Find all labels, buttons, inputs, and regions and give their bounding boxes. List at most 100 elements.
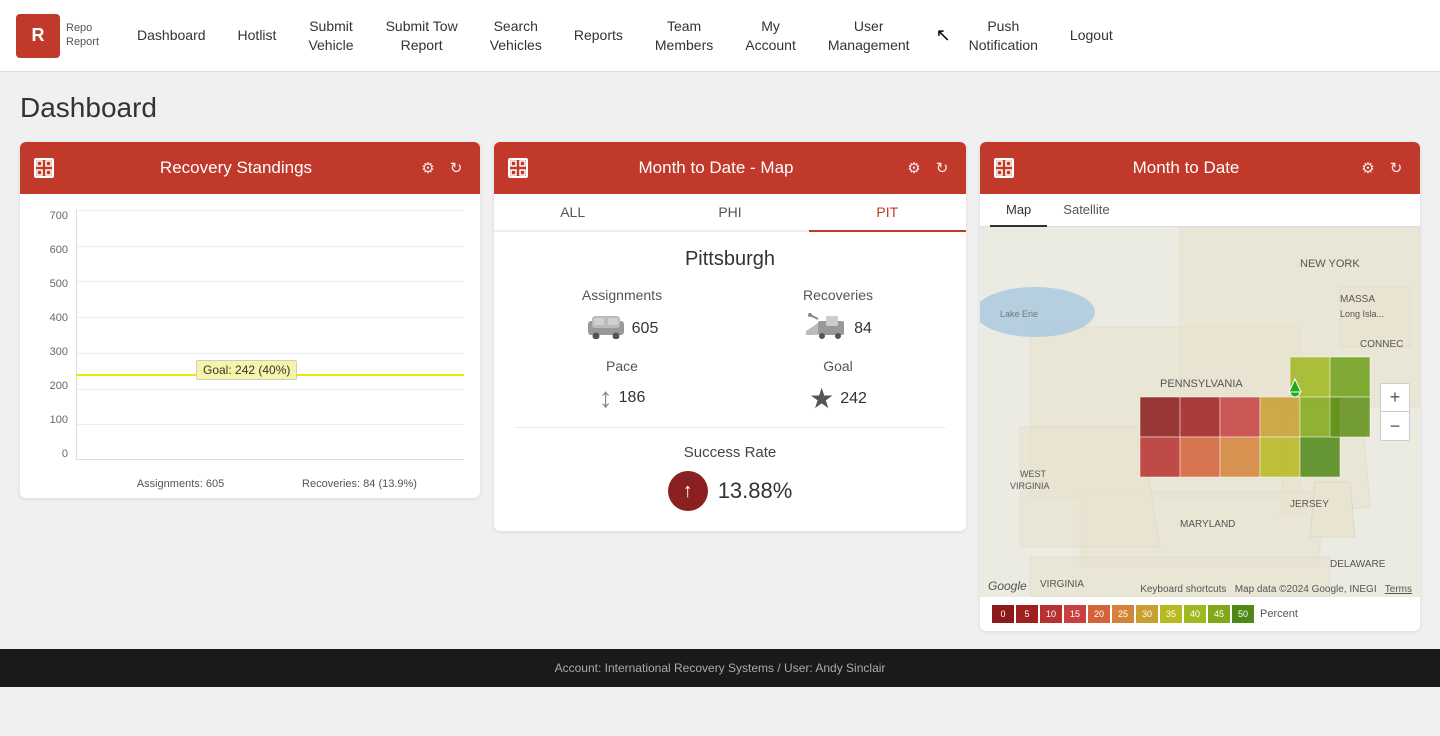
navigation: R RepoReport Dashboard Hotlist SubmitVeh…	[0, 0, 1440, 72]
legend-20: 20	[1088, 605, 1110, 623]
svg-text:PENNSYLVANIA: PENNSYLVANIA	[1160, 378, 1243, 390]
bar-label-recoveries: Recoveries: 84 (13.9%)	[285, 478, 434, 490]
svg-text:Lake Erie: Lake Erie	[1000, 309, 1038, 319]
goal-icon-val: ★ 242	[788, 382, 888, 415]
nav-search-vehicles[interactable]: SearchVehicles	[476, 9, 556, 61]
recovery-chart: 700 600 500 400 300 200 100 0	[36, 210, 464, 490]
logo[interactable]: R RepoReport	[16, 14, 99, 58]
nav-user-management[interactable]: UserManagement	[814, 9, 924, 61]
assignments-icon-val: 605	[572, 311, 672, 346]
y-label-0: 0	[62, 448, 72, 460]
legend-40: 40	[1184, 605, 1206, 623]
y-label-600: 600	[50, 244, 72, 256]
nav-hotlist[interactable]: Hotlist	[224, 18, 291, 52]
tab-pit[interactable]: PIT	[809, 194, 966, 232]
page-title: Dashboard	[20, 92, 1420, 124]
settings-icon-recovery[interactable]: ⚙	[418, 158, 438, 178]
widget-recovery-actions: ⚙ ↻	[418, 158, 466, 178]
svg-text:CONNEC: CONNEC	[1360, 339, 1403, 350]
recoveries-icon-val: 84	[788, 311, 888, 346]
bar-label-assignments: Assignments: 605	[106, 478, 255, 490]
success-rate-pct: 13.88%	[718, 478, 793, 504]
goal-tooltip: Goal: 242 (40%)	[196, 360, 297, 380]
widget-map-chart-actions: ⚙ ↻	[904, 158, 952, 178]
keyboard-shortcuts[interactable]: Keyboard shortcuts	[1140, 584, 1226, 595]
chart-y-labels: 700 600 500 400 300 200 100 0	[36, 210, 72, 460]
svg-text:MARYLAND: MARYLAND	[1180, 519, 1235, 530]
nav-submit-vehicle[interactable]: SubmitVehicle	[294, 9, 367, 61]
map-legend: 0 5 10 15 20 25 30 35 40 45 50 Percent	[980, 597, 1420, 631]
success-rate-label: Success Rate	[514, 444, 946, 461]
tab-satellite[interactable]: Satellite	[1047, 194, 1125, 227]
svg-text:VIRGINIA: VIRGINIA	[1010, 481, 1050, 491]
legend-25: 25	[1112, 605, 1134, 623]
zoom-out-button[interactable]: −	[1381, 412, 1409, 440]
widget-recovery-header: Recovery Standings ⚙ ↻	[20, 142, 480, 194]
refresh-icon-recovery[interactable]: ↻	[446, 158, 466, 178]
svg-text:Long Isla...: Long Isla...	[1340, 309, 1384, 319]
pit-city: Pittsburgh	[514, 248, 946, 271]
y-label-500: 500	[50, 278, 72, 290]
y-label-400: 400	[50, 312, 72, 324]
bar-labels: Assignments: 605 Recoveries: 84 (13.9%)	[76, 478, 464, 490]
legend-0: 0	[992, 605, 1014, 623]
widget-month-title: Month to Date	[1014, 158, 1358, 178]
up-arrow-circle: ↑	[668, 471, 708, 511]
settings-icon-map-chart[interactable]: ⚙	[904, 158, 924, 178]
legend-5: 5	[1016, 605, 1038, 623]
y-label-200: 200	[50, 380, 72, 392]
svg-text:VIRGINIA: VIRGINIA	[1040, 579, 1084, 590]
pit-goal: Goal ★ 242	[788, 358, 888, 415]
widget-recovery-standings: Recovery Standings ⚙ ↻ 700 600 500 400 3…	[20, 142, 480, 498]
assignments-value: 605	[632, 320, 659, 338]
widget-map-chart-title: Month to Date - Map	[528, 158, 904, 178]
y-label-300: 300	[50, 346, 72, 358]
assignments-label: Assignments	[572, 287, 672, 303]
success-rate-section: Success Rate ↑ 13.88%	[514, 440, 946, 511]
pace-value: 186	[619, 389, 646, 407]
tab-all[interactable]: ALL	[494, 194, 651, 232]
widget-recovery-title: Recovery Standings	[54, 158, 418, 178]
map-attribution: Keyboard shortcuts Map data ©2024 Google…	[1140, 584, 1412, 595]
nav-push-notification[interactable]: PushNotification	[955, 9, 1052, 61]
terms-link[interactable]: Terms	[1385, 584, 1412, 595]
goal-line	[76, 374, 464, 490]
goal-value: 242	[840, 390, 867, 408]
nav-submit-tow[interactable]: Submit TowReport	[372, 9, 472, 61]
legend-30: 30	[1136, 605, 1158, 623]
zoom-in-button[interactable]: +	[1381, 384, 1409, 412]
tab-map[interactable]: Map	[990, 194, 1047, 227]
widgets-row: Recovery Standings ⚙ ↻ 700 600 500 400 3…	[20, 142, 1420, 631]
nav-dashboard[interactable]: Dashboard	[123, 18, 220, 52]
recovery-chart-area: 700 600 500 400 300 200 100 0	[20, 194, 480, 498]
widget-month-actions: ⚙ ↻	[1358, 158, 1406, 178]
map-svg: PENNSYLVANIA NEW YORK MASSA CONNEC Long …	[980, 227, 1420, 597]
expand-icon-month[interactable]	[994, 158, 1014, 178]
recoveries-value: 84	[854, 320, 872, 338]
expand-icon-map-chart[interactable]	[508, 158, 528, 178]
tab-phi[interactable]: PHI	[651, 194, 808, 232]
map-zoom-controls: + −	[1380, 383, 1410, 441]
car-icon	[586, 311, 626, 346]
map-data-text: Map data ©2024 Google, INEGI	[1235, 584, 1377, 595]
svg-text:DELAWARE: DELAWARE	[1330, 559, 1386, 570]
nav-logout[interactable]: Logout	[1056, 18, 1127, 52]
nav-team-members[interactable]: TeamMembers	[641, 9, 727, 61]
footer: Account: International Recovery Systems …	[0, 649, 1440, 687]
svg-text:JERSEY: JERSEY	[1290, 499, 1329, 510]
star-icon: ★	[809, 382, 834, 415]
widget-month-header: Month to Date ⚙ ↻	[980, 142, 1420, 194]
y-label-100: 100	[50, 414, 72, 426]
refresh-icon-map-chart[interactable]: ↻	[932, 158, 952, 178]
nav-my-account[interactable]: MyAccount	[731, 9, 810, 61]
main-content: Dashboard Recovery Standings ⚙ ↻ 700	[0, 72, 1440, 641]
pit-content: Pittsburgh Assignments	[494, 232, 966, 531]
divider	[514, 427, 946, 428]
svg-text:MASSA: MASSA	[1340, 294, 1375, 305]
footer-text: Account: International Recovery Systems …	[555, 661, 886, 675]
nav-reports[interactable]: Reports	[560, 18, 637, 52]
settings-icon-month[interactable]: ⚙	[1358, 158, 1378, 178]
refresh-icon-month[interactable]: ↻	[1386, 158, 1406, 178]
expand-icon-recovery[interactable]	[34, 158, 54, 178]
y-label-700: 700	[50, 210, 72, 222]
